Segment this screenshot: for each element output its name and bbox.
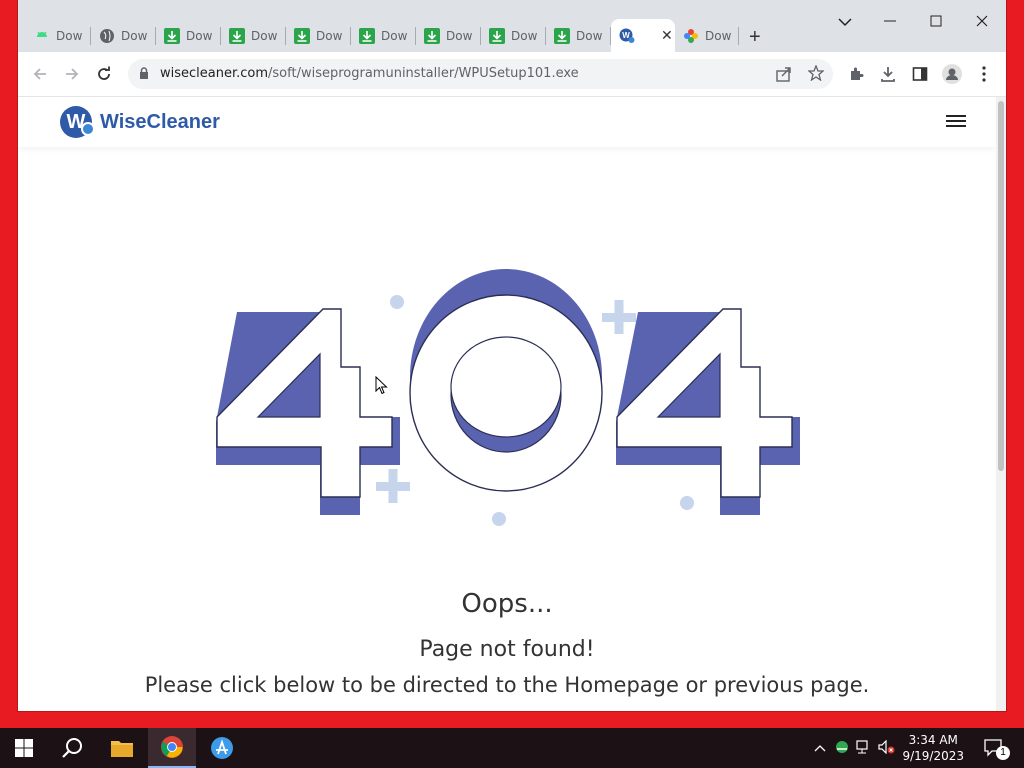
tab-label: Dow (56, 28, 83, 43)
edge-update-icon[interactable] (834, 740, 850, 757)
error-404-illustration: 404 (216, 269, 800, 526)
tab[interactable]: Dow (416, 19, 481, 52)
site-header: W WiseCleaner (18, 97, 996, 147)
brand-name: WiseCleaner (100, 110, 220, 133)
digit-four-left (216, 308, 400, 515)
chevron-up-icon[interactable] (814, 741, 826, 755)
wisecleaner-logo[interactable]: W WiseCleaner (60, 106, 220, 138)
logo-mark: W (60, 106, 95, 138)
search-icon[interactable] (48, 728, 96, 768)
download-icon (229, 27, 245, 44)
download-icon (164, 27, 180, 44)
download-icon (424, 27, 440, 44)
page-scrollbar[interactable] (996, 97, 1006, 711)
hamburger-menu-icon[interactable] (946, 115, 966, 130)
side-panel-icon[interactable] (910, 64, 930, 84)
volume-muted-icon[interactable] (878, 739, 896, 757)
tab-search-icon[interactable] (838, 14, 852, 32)
digit-zero (409, 269, 603, 492)
scrollbar-thumb[interactable] (998, 101, 1004, 471)
forward-button[interactable] (62, 64, 82, 84)
decor-plus (602, 300, 636, 334)
download-icon (554, 27, 570, 44)
close-tab-icon[interactable]: ✕ (661, 28, 673, 44)
oops-heading: Oops... (461, 589, 553, 619)
new-tab-button[interactable]: + (749, 26, 761, 49)
windows-taskbar: 3:34 AM 9/19/2023 1 (0, 728, 1024, 768)
digit-four-right (616, 308, 800, 515)
tab[interactable]: Dow (481, 19, 546, 52)
decor-plus (376, 469, 410, 503)
reload-button[interactable] (94, 64, 114, 84)
tab-label: Dow (186, 28, 213, 43)
tab[interactable]: Dow (156, 19, 221, 52)
lock-icon (139, 67, 149, 85)
app-store-taskbar-icon[interactable] (198, 728, 246, 768)
globe-icon (99, 28, 115, 44)
downloads-icon[interactable] (878, 64, 898, 84)
tab[interactable]: Dow (675, 19, 739, 52)
download-icon (489, 27, 505, 44)
close-window-button[interactable] (976, 14, 988, 32)
tab-strip: Dow Dow Dow Dow Dow Dow Dow Dow Dow W ✕ Dow + (18, 0, 1006, 52)
not-found-text: Page not found! (419, 637, 595, 662)
bookmark-star-icon[interactable] (807, 64, 825, 86)
notifications-button[interactable]: 1 (974, 728, 1014, 768)
tab[interactable]: Dow (26, 19, 91, 52)
wisecleaner-icon: W (619, 28, 635, 44)
decor-dot (680, 496, 694, 510)
instruction-text: Please click below to be directed to the… (144, 673, 870, 697)
web-page: W WiseCleaner 404 (18, 97, 996, 711)
maximize-button[interactable] (930, 14, 942, 32)
browser-menu-icon[interactable] (974, 64, 994, 84)
minimize-button[interactable] (884, 14, 896, 32)
address-bar[interactable]: wisecleaner.com/soft/wiseprogramuninstal… (128, 59, 833, 89)
desktop-edge (0, 0, 18, 728)
clock[interactable]: 3:34 AM 9/19/2023 (902, 732, 964, 764)
notification-count-badge: 1 (996, 746, 1010, 760)
decor-dot (390, 295, 404, 309)
tab[interactable]: Dow (351, 19, 416, 52)
tab[interactable]: Dow (91, 19, 156, 52)
decor-dot (492, 512, 506, 526)
tab[interactable]: Dow (286, 19, 351, 52)
network-icon[interactable] (856, 739, 872, 757)
chrome-taskbar-icon[interactable] (148, 728, 196, 768)
colorful-flower-icon (683, 28, 699, 44)
download-icon (359, 27, 375, 44)
url-text: wisecleaner.com/soft/wiseprogramuninstal… (160, 66, 579, 81)
tab-label: Dow (316, 28, 343, 43)
tab-label: Dow (576, 28, 603, 43)
tab-label: Dow (381, 28, 408, 43)
back-button[interactable] (30, 64, 50, 84)
tab-separator (738, 27, 739, 45)
clock-date: 9/19/2023 (902, 749, 964, 763)
extensions-puzzle-icon[interactable] (846, 64, 866, 84)
android-icon (34, 28, 50, 44)
profile-avatar-icon[interactable] (942, 64, 962, 84)
tab-label: Dow (705, 28, 732, 43)
start-button[interactable] (0, 728, 48, 768)
browser-toolbar: wisecleaner.com/soft/wiseprogramuninstal… (18, 52, 1006, 97)
share-icon[interactable] (776, 66, 792, 87)
tab-label: Dow (511, 28, 538, 43)
tab[interactable]: Dow (221, 19, 286, 52)
browser-window: Dow Dow Dow Dow Dow Dow Dow Dow Dow W ✕ Dow + w (18, 0, 1006, 711)
tab-label: Dow (446, 28, 473, 43)
file-explorer-icon[interactable] (98, 728, 146, 768)
tab-label: Dow (251, 28, 278, 43)
download-icon (294, 27, 310, 44)
clock-time: 3:34 AM (908, 733, 958, 747)
mouse-cursor-icon (375, 376, 388, 395)
tab[interactable]: Dow (546, 19, 611, 52)
tab-label: Dow (121, 28, 148, 43)
system-tray (814, 728, 896, 768)
tab-active[interactable]: W ✕ (611, 19, 675, 52)
